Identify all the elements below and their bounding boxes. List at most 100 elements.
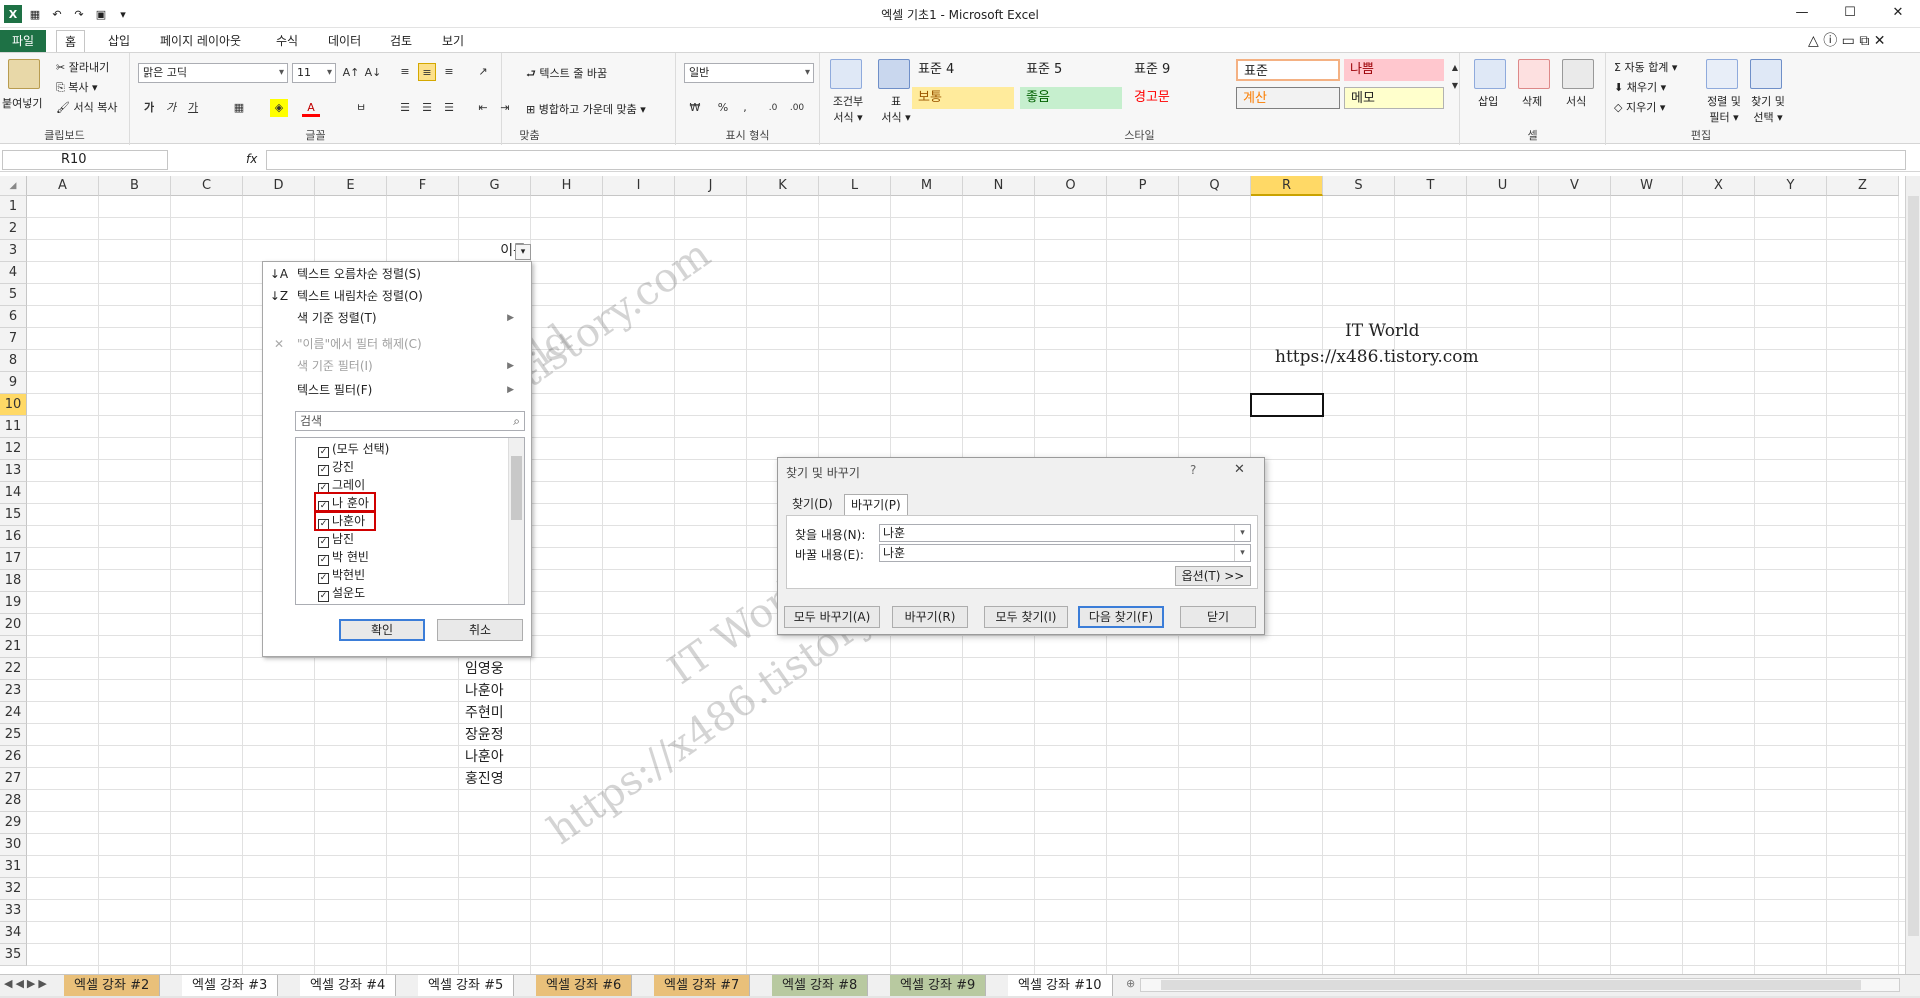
cell-name-row22[interactable]: 임영웅 [462,658,504,680]
row-header[interactable]: 15 [0,504,27,526]
row-header[interactable]: 4 [0,262,27,284]
font-size-select[interactable]: 11 [292,63,336,83]
row-header[interactable]: 2 [0,218,27,240]
row-header[interactable]: 29 [0,812,27,834]
row-header[interactable]: 3 [0,240,27,262]
find-all-button[interactable]: 모두 찾기(I) [984,606,1068,628]
sort-descending-item[interactable]: 텍스트 내림차순 정렬(O) [297,286,423,306]
style-neutral[interactable]: 보통 [912,87,1014,109]
paste-button[interactable]: 붙여넣기 [2,95,42,111]
list-scrollbar[interactable] [508,438,524,604]
name-box[interactable]: R10 [2,150,168,170]
column-header[interactable]: B [99,176,171,196]
row-header[interactable]: 9 [0,372,27,394]
horizontal-scroll-thumb[interactable] [1161,980,1861,990]
decrease-indent-icon[interactable]: ⇤ [474,99,492,117]
row-header[interactable]: 24 [0,702,27,724]
close-window-button[interactable]: ✕ [1878,2,1918,24]
header-cell-name[interactable]: 이름 [478,240,550,262]
number-format-select[interactable]: 일반 [684,63,814,83]
row-header[interactable]: 33 [0,900,27,922]
sort-by-color-item[interactable]: 색 기준 정렬(T) ▶ [297,308,522,328]
column-header[interactable]: J [675,176,747,196]
sheet-tab[interactable]: 엑셀 강좌 #8 [772,975,869,996]
tab-home[interactable]: 홈 [56,30,86,53]
fill-button[interactable]: ⬇ 채우기 ▾ [1614,79,1666,95]
insert-cells-button[interactable]: 삽입 [1478,93,1498,109]
replace-with-input[interactable]: 나훈 ▾ [879,544,1251,562]
row-header[interactable]: 34 [0,922,27,944]
row-header[interactable]: 19 [0,592,27,614]
filter-ok-button[interactable]: 확인 [339,619,425,641]
sort-filter-icon[interactable] [1706,59,1738,89]
row-header[interactable]: 31 [0,856,27,878]
row-header[interactable]: 11 [0,416,27,438]
conditional-format-icon[interactable] [830,59,862,89]
row-header[interactable]: 5 [0,284,27,306]
column-header[interactable]: R [1251,176,1323,196]
column-header[interactable]: A [27,176,99,196]
row-header[interactable]: 6 [0,306,27,328]
fx-icon[interactable]: fx [246,152,257,166]
chevron-down-icon[interactable]: ▾ [1234,525,1250,541]
cell-name-row27[interactable]: 홍진영 [462,768,504,790]
list-scroll-thumb[interactable] [511,456,522,520]
underline-button[interactable]: 가 [184,99,202,117]
style-note[interactable]: 메모 [1344,87,1444,109]
spreadsheet-grid[interactable]: ABCDEFGHIJKLMNOPQRSTUVWXYZ 1 2 3 4 5 6 7 8 9 10 11… [0,176,1905,974]
column-header[interactable]: X [1683,176,1755,196]
tab-page-layout[interactable]: 페이지 레이아웃 [152,30,249,52]
increase-decimal-icon[interactable]: .0 [764,99,782,117]
column-header[interactable]: H [531,176,603,196]
align-center-icon[interactable]: ☰ [418,99,436,117]
maximize-button[interactable]: ☐ [1830,2,1870,24]
shrink-font-icon[interactable]: A↓ [364,64,382,82]
row-header[interactable]: 13 [0,460,27,482]
paste-icon[interactable] [8,59,40,89]
conditional-format-button[interactable]: 조건부 서식 ▾ [826,93,870,125]
style-good[interactable]: 좋음 [1020,87,1122,109]
column-header[interactable]: O [1035,176,1107,196]
row-header[interactable]: 8 [0,350,27,372]
row-header[interactable]: 25 [0,724,27,746]
select-all-corner[interactable]: ◢ [0,176,27,196]
minimize-button[interactable]: — [1782,2,1822,24]
column-header[interactable]: G [459,176,531,196]
replace-button[interactable]: 바꾸기(R) [892,606,968,628]
style-normal[interactable]: 표준 [1236,59,1340,81]
borders-icon[interactable]: ▦ [230,99,248,117]
orientation-icon[interactable]: ↗ [474,63,492,81]
format-painter-button[interactable]: 🖌 서식 복사 [56,99,117,115]
tab-data[interactable]: 데이터 [320,30,369,52]
vertical-scrollbar[interactable] [1905,176,1920,974]
tab-review[interactable]: 검토 [382,30,420,52]
find-select-button[interactable]: 찾기 및 선택 ▾ [1746,93,1790,125]
tab-find[interactable]: 찾기(D) [786,494,839,516]
bold-button[interactable]: 가 [140,99,158,117]
cell-name-row26[interactable]: 나훈아 [462,746,504,768]
column-header[interactable]: Y [1755,176,1827,196]
cell-name-row24[interactable]: 주현미 [462,702,504,724]
style-warning[interactable]: 경고문 [1128,87,1230,109]
insert-sheet-icon[interactable]: ⊕ [1126,977,1135,990]
dialog-close-icon[interactable]: ✕ [1234,462,1245,477]
row-header[interactable]: 35 [0,944,27,966]
filter-cancel-button[interactable]: 취소 [437,619,523,641]
replace-all-button[interactable]: 모두 바꾸기(A) [784,606,880,628]
close-button[interactable]: 닫기 [1180,606,1256,628]
phonetic-icon[interactable]: ㅂ [352,99,370,117]
delete-cells-icon[interactable] [1518,59,1550,89]
style-normal9[interactable]: 표준 9 [1128,59,1236,81]
tab-replace[interactable]: 바꾸기(P) [844,494,908,516]
percent-icon[interactable]: % [714,99,732,117]
filter-value-item[interactable]: ✓ 설운도 [318,584,365,602]
tab-insert[interactable]: 삽입 [100,30,138,52]
fill-color-icon[interactable]: ◈ [270,99,288,117]
binoculars-icon[interactable] [1750,59,1782,89]
sheet-tab[interactable]: 엑셀 강좌 #5 [418,975,515,996]
sheet-tab[interactable]: 엑셀 강좌 #4 [300,975,397,996]
font-name-select[interactable]: 맑은 고딕 [138,63,288,83]
cell-name-row23[interactable]: 나훈아 [462,680,504,702]
column-header[interactable]: V [1539,176,1611,196]
cell-name-row25[interactable]: 장윤정 [462,724,504,746]
